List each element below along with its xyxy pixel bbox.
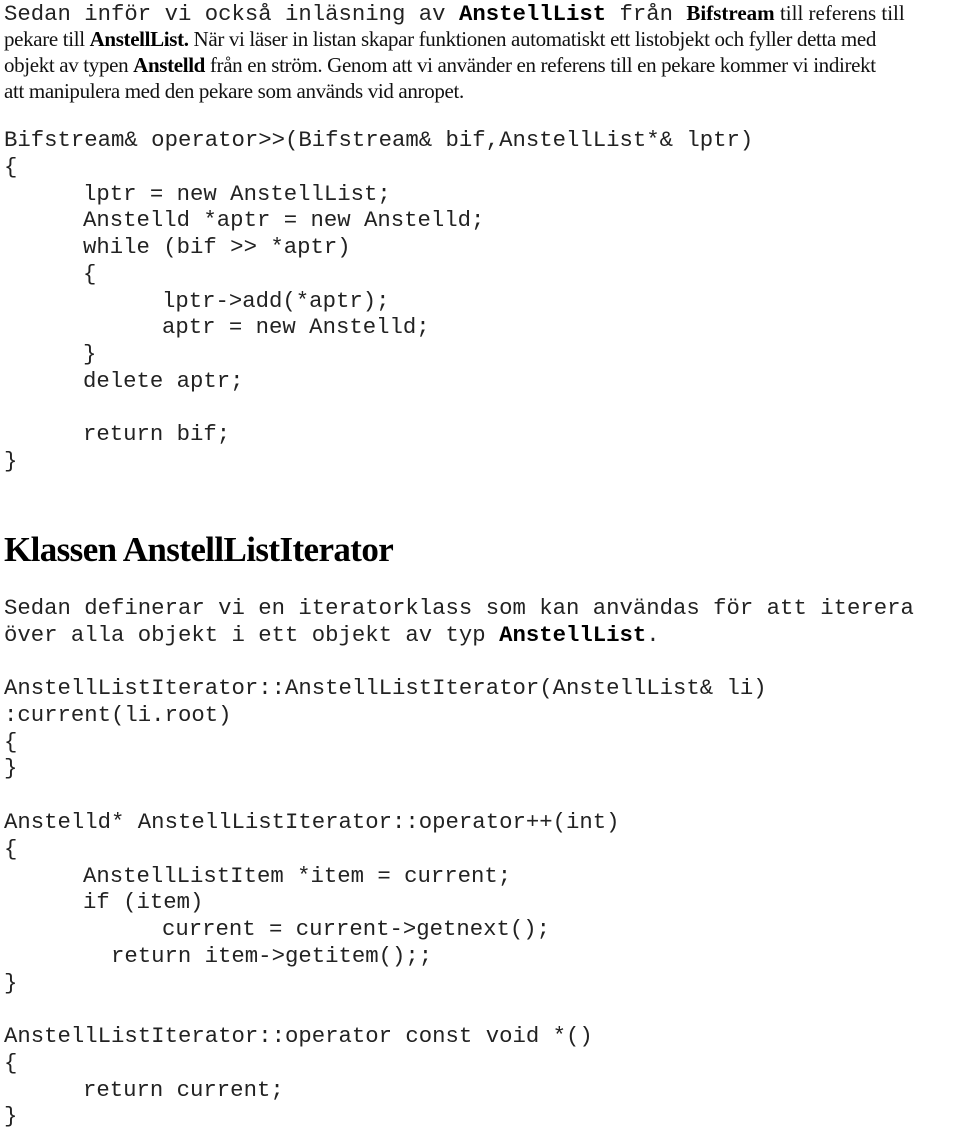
- code-line: while (bif >> *aptr): [83, 234, 351, 260]
- class-name-bifstream: Bifstream: [686, 1, 775, 25]
- intro-text: att manipulera med den pekare som använd…: [4, 79, 464, 103]
- code-line: AnstellListItem *item = current;: [83, 863, 512, 889]
- code-line: Bifstream& operator>>(Bifstream& bif,Ans…: [4, 127, 754, 153]
- code-line: AnstellListIterator::operator const void…: [4, 1023, 593, 1049]
- code-line: }: [4, 1103, 18, 1129]
- code-line: lptr = new AnstellList;: [83, 181, 391, 207]
- code-line: return bif;: [83, 421, 231, 447]
- code-line: :current(li.root): [4, 702, 232, 728]
- paragraph-line: över alla objekt i ett objekt av typ Ans…: [4, 622, 660, 649]
- code-line: return current;: [83, 1077, 284, 1103]
- code-line: if (item): [83, 889, 204, 915]
- code-line: {: [4, 1050, 18, 1076]
- intro-line-4: att manipulera med den pekare som använd…: [4, 78, 464, 105]
- class-name-anstelllist: AnstellList.: [89, 27, 189, 51]
- code-line: aptr = new Anstelld;: [162, 314, 430, 340]
- intro-line-2: pekare till AnstellList. När vi läser in…: [4, 26, 876, 53]
- code-line: {: [83, 261, 97, 287]
- intro-line-3: objekt av typen Anstelld från en ström. …: [4, 52, 876, 79]
- code-line: current = current->getnext();: [162, 916, 551, 942]
- code-line: }: [4, 755, 18, 781]
- intro-text: från en ström. Genom att vi använder en …: [205, 53, 876, 77]
- class-name-anstelllist: AnstellList: [499, 622, 647, 648]
- paragraph-text: .: [646, 622, 660, 648]
- intro-text: pekare till: [4, 27, 90, 51]
- code-line: Anstelld *aptr = new Anstelld;: [83, 207, 485, 233]
- class-name-anstelllist: AnstellList: [458, 1, 607, 27]
- intro-text: till referens till: [774, 1, 905, 25]
- code-line: return item->getitem();;: [111, 943, 433, 969]
- paragraph-line: Sedan definerar vi en iteratorklass som …: [4, 595, 914, 621]
- code-line: delete aptr;: [83, 368, 244, 394]
- code-line: Anstelld* AnstellListIterator::operator+…: [4, 809, 620, 835]
- code-line: {: [4, 836, 18, 862]
- code-line: lptr->add(*aptr);: [162, 288, 390, 314]
- code-line: {: [4, 729, 18, 755]
- paragraph-text: över alla objekt i ett objekt av typ: [4, 622, 500, 648]
- intro-text: Sedan inför vi också inläsning av: [4, 1, 459, 27]
- intro-text: När vi läser in listan skapar funktionen…: [188, 27, 877, 51]
- code-line: }: [83, 341, 97, 367]
- section-heading: Klassen AnstellListIterator: [4, 530, 394, 569]
- code-line: }: [4, 448, 18, 474]
- intro-line-1: Sedan inför vi också inläsning av Anstel…: [4, 0, 905, 27]
- class-name-anstelld: Anstelld: [133, 53, 206, 77]
- code-line: {: [4, 154, 18, 180]
- code-line: AnstellListIterator::AnstellListIterator…: [4, 675, 767, 701]
- intro-text: från: [606, 1, 687, 27]
- intro-text: objekt av typen: [4, 53, 134, 77]
- code-line: }: [4, 970, 18, 996]
